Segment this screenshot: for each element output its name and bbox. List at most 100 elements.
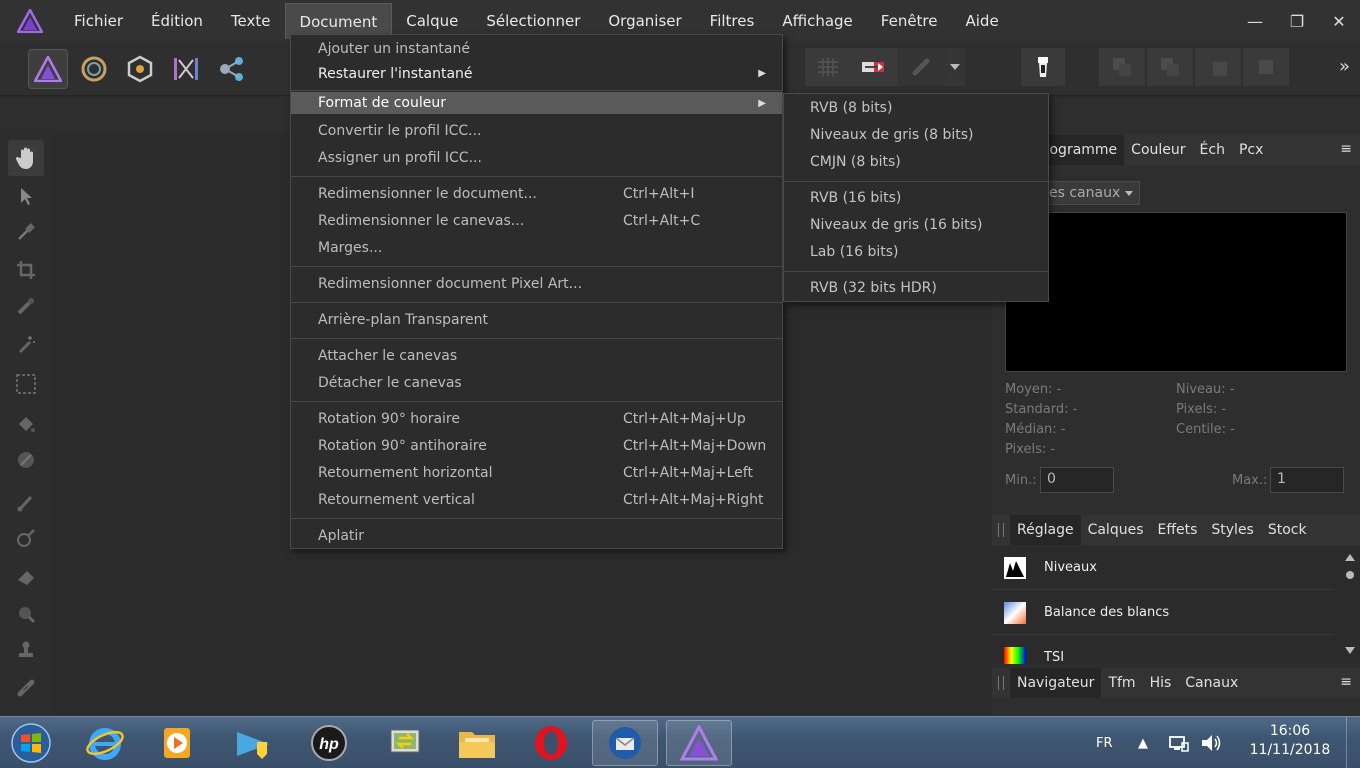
marquee-tool-icon[interactable] [8,366,44,402]
adjustment-scrollbar[interactable] [1344,552,1356,656]
menu-item-format-de-couleur[interactable]: Format de couleur ▶ [291,92,782,114]
menu-item-redimensionner-document[interactable]: Redimensionner le document... Ctrl+Alt+I [291,180,782,207]
develop-persona-icon[interactable] [120,49,160,89]
list-item-niveaux[interactable]: Niveaux [992,546,1334,590]
selection-brush-tool-icon[interactable] [8,288,44,324]
max-field[interactable]: 1 [1270,467,1344,493]
arrange-forward-icon[interactable] [1195,48,1241,86]
menu-item-assigner-profil-icc[interactable]: Assigner un profil ICC... [291,144,782,171]
menu-item-convertir-profil-icc[interactable]: Convertir le profil ICC... [291,117,782,144]
assistant-icon[interactable] [851,48,897,86]
grid-icon[interactable] [805,48,851,86]
menu-item-restaurer-instantane[interactable]: Restaurer l'instantané ▶ [291,60,782,87]
menu-edition[interactable]: Édition [137,3,217,39]
menu-item-rotation-horaire[interactable]: Rotation 90° horaire Ctrl+Alt+Maj+Up [291,405,782,432]
menu-fichier[interactable]: Fichier [60,3,137,39]
arrange-front-icon[interactable] [1243,48,1289,86]
hp-icon[interactable]: hp [296,720,362,766]
submenu-item-lab-16[interactable]: Lab (16 bits) [784,238,1048,265]
thunderbird-icon[interactable] [592,720,658,766]
menu-item-ajouter-instantane[interactable]: Ajouter un instantané [291,35,782,62]
tab-canaux[interactable]: Canaux [1178,668,1245,698]
panel-menu-icon[interactable]: ≡ [1340,674,1352,690]
menu-texte[interactable]: Texte [217,3,285,39]
arrange-backward-icon[interactable] [1147,48,1193,86]
submenu-item-gris-16[interactable]: Niveaux de gris (16 bits) [784,211,1048,238]
submenu-item-rvb-8[interactable]: RVB (8 bits) [784,94,1048,121]
paint-brush-tool-icon[interactable] [8,484,44,520]
fill-tool-icon[interactable] [8,406,44,442]
tab-calques[interactable]: Calques [1081,515,1151,545]
minimize-icon[interactable]: — [1234,0,1276,42]
menu-aide[interactable]: Aide [952,3,1013,39]
color-picker-tool-icon[interactable] [8,214,44,250]
tab-pinceaux[interactable]: Pcx [1232,135,1270,165]
toolbar-overflow-icon[interactable]: » [1339,56,1350,77]
erase-tool-icon[interactable] [8,558,44,594]
tab-transform[interactable]: Tfm [1101,668,1142,698]
language-indicator[interactable]: FR [1096,717,1113,768]
snapping-dropdown-icon[interactable] [945,48,965,86]
panel-grip-icon[interactable] [998,523,1004,537]
list-item-balance-des-blancs[interactable]: Balance des blancs [992,591,1334,635]
menu-item-retournement-horizontal[interactable]: Retournement horizontal Ctrl+Alt+Maj+Left [291,459,782,486]
move-tool-icon[interactable] [8,178,44,214]
menu-item-aplatir[interactable]: Aplatir [291,522,782,549]
submenu-item-rvb-16[interactable]: RVB (16 bits) [784,184,1048,211]
show-hidden-icons-icon[interactable]: ▲ [1138,717,1148,768]
channel-select[interactable]: es canaux [1044,181,1140,205]
tab-echantillons[interactable]: Éch [1193,135,1232,165]
tab-effets[interactable]: Effets [1151,515,1205,545]
quick-mask-icon[interactable] [1021,48,1065,86]
clone-stamp-tool-icon[interactable] [8,632,44,668]
menu-item-redimensionner-canevas[interactable]: Redimensionner le canevas... Ctrl+Alt+C [291,207,782,234]
tab-reglage[interactable]: Réglage [1010,515,1081,545]
tab-styles[interactable]: Styles [1204,515,1260,545]
network-shield-icon[interactable] [220,720,286,766]
smudge-tool-icon[interactable] [8,596,44,632]
liquify-persona-icon[interactable] [74,49,114,89]
restore-icon[interactable]: ❐ [1276,0,1318,42]
menu-item-detacher-canevas[interactable]: Détacher le canevas [291,369,782,396]
volume-icon[interactable] [1200,717,1222,768]
snapping-icon[interactable] [897,48,945,86]
dodge-tool-icon[interactable] [8,520,44,556]
opera-icon[interactable] [518,720,584,766]
tab-couleur[interactable]: Couleur [1124,135,1192,165]
export-persona-icon[interactable] [212,49,252,89]
sync-center-icon[interactable] [372,720,438,766]
show-desktop-button[interactable] [1346,717,1360,768]
tab-history[interactable]: His [1143,668,1179,698]
tab-navigateur[interactable]: Navigateur [1010,668,1102,698]
photo-persona-icon[interactable] [28,49,68,89]
file-explorer-icon[interactable] [444,720,510,766]
menu-item-marges[interactable]: Marges... [291,234,782,261]
menu-item-rotation-antihoraire[interactable]: Rotation 90° antihoraire Ctrl+Alt+Maj+Dow… [291,432,782,459]
menu-item-arriere-plan-transparent[interactable]: Arrière-plan Transparent [291,306,782,333]
panel-grip-icon[interactable] [998,676,1004,690]
healing-tool-icon[interactable] [8,670,44,706]
submenu-item-rvb-32-hdr[interactable]: RVB (32 bits HDR) [784,274,1048,301]
menu-item-attacher-canevas[interactable]: Attacher le canevas [291,342,782,369]
start-button-icon[interactable] [8,721,54,765]
affinity-logo-icon[interactable] [0,0,60,42]
crop-tool-icon[interactable] [8,252,44,288]
tone-mapping-persona-icon[interactable] [166,49,206,89]
tab-stock[interactable]: Stock [1261,515,1314,545]
view-tool-hand-icon[interactable] [8,140,44,176]
arrange-back-icon[interactable] [1099,48,1145,86]
list-item-tsi[interactable]: TSI [992,636,1334,664]
menu-item-redimensionner-pixel-art[interactable]: Redimensionner document Pixel Art... [291,270,782,297]
clock[interactable]: 16:06 11/11/2018 [1240,723,1340,758]
internet-explorer-icon[interactable] [72,720,138,766]
gradient-tool-icon[interactable] [8,442,44,478]
network-icon[interactable] [1168,717,1190,768]
panel-menu-icon[interactable]: ≡ [1340,141,1352,157]
submenu-item-gris-8[interactable]: Niveaux de gris (8 bits) [784,121,1048,148]
menu-affichage[interactable]: Affichage [768,3,866,39]
flood-select-tool-icon[interactable] [8,326,44,362]
menu-item-retournement-vertical[interactable]: Retournement vertical Ctrl+Alt+Maj+Right [291,486,782,513]
close-icon[interactable]: ✕ [1318,0,1360,42]
menu-fenetre[interactable]: Fenêtre [867,3,952,39]
media-player-icon[interactable] [144,720,210,766]
